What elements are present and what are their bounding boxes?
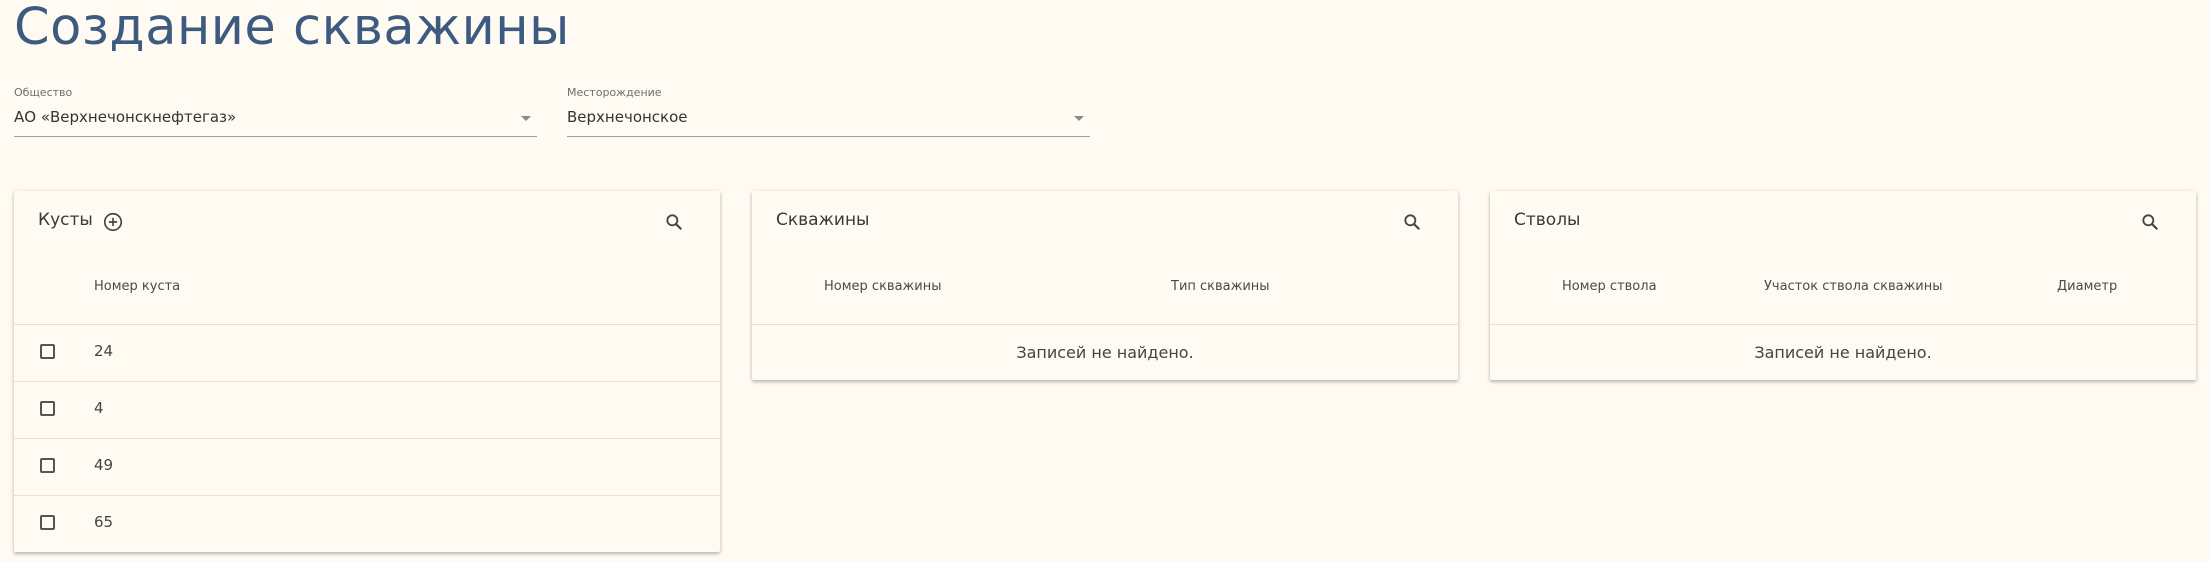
cluster-number: 24 — [94, 342, 114, 360]
company-select-label: Общество — [14, 86, 73, 99]
column-header-well-type[interactable]: Тип скважины — [1171, 279, 1270, 294]
checkbox-icon[interactable] — [40, 515, 55, 530]
cluster-number: 65 — [94, 513, 114, 531]
column-header-cluster-number[interactable]: Номер куста — [94, 279, 180, 294]
wells-card-header: Скважины — [752, 191, 1458, 251]
clusters-table-body: 24 4 49 65 — [14, 325, 720, 552]
column-header-bore-section[interactable]: Участок ствола скважины — [1764, 279, 1943, 294]
search-icon[interactable] — [1402, 212, 1422, 232]
cluster-number: 4 — [94, 399, 104, 417]
checkbox-icon[interactable] — [40, 344, 55, 359]
clusters-card: Кусты Номер куста 24 4 49 65 — [14, 191, 720, 552]
chevron-down-icon[interactable] — [521, 116, 531, 121]
page-title: Создание скважины — [14, 0, 570, 57]
company-select-value[interactable]: АО «Верхнечонскнефтегаз» — [14, 108, 236, 126]
clusters-card-header: Кусты — [14, 191, 720, 251]
bores-card: Стволы Номер ствола Участок ствола скваж… — [1490, 191, 2196, 380]
wells-card: Скважины Номер скважины Тип скважины Зап… — [752, 191, 1458, 380]
search-icon[interactable] — [2140, 212, 2160, 232]
column-header-well-number[interactable]: Номер скважины — [824, 279, 941, 294]
bores-table-header: Номер ствола Участок ствола скважины Диа… — [1490, 251, 2196, 325]
table-row[interactable]: 65 — [14, 496, 720, 552]
empty-message: Записей не найдено. — [1754, 343, 1932, 362]
chevron-down-icon[interactable] — [1074, 116, 1084, 121]
column-header-bore-number[interactable]: Номер ствола — [1562, 279, 1657, 294]
bores-card-title: Стволы — [1514, 210, 1581, 230]
empty-message: Записей не найдено. — [1016, 343, 1194, 362]
field-select-label: Месторождение — [567, 86, 662, 99]
bores-card-header: Стволы — [1490, 191, 2196, 251]
field-select[interactable]: Месторождение Верхнечонское — [567, 86, 1090, 137]
search-icon[interactable] — [664, 212, 684, 232]
checkbox-icon[interactable] — [40, 458, 55, 473]
column-header-diameter[interactable]: Диаметр — [2057, 279, 2117, 294]
table-row[interactable]: 24 — [14, 325, 720, 382]
cluster-number: 49 — [94, 456, 114, 474]
table-row[interactable]: 49 — [14, 439, 720, 496]
field-select-value[interactable]: Верхнечонское — [567, 108, 688, 126]
wells-card-title: Скважины — [776, 210, 870, 230]
wells-table-header: Номер скважины Тип скважины — [752, 251, 1458, 325]
table-row[interactable]: 4 — [14, 382, 720, 439]
clusters-card-title: Кусты — [38, 210, 93, 230]
clusters-table-header: Номер куста — [14, 251, 720, 325]
add-circle-icon[interactable] — [102, 211, 124, 233]
checkbox-icon[interactable] — [40, 401, 55, 416]
company-select[interactable]: Общество АО «Верхнечонскнефтегаз» — [14, 86, 537, 137]
